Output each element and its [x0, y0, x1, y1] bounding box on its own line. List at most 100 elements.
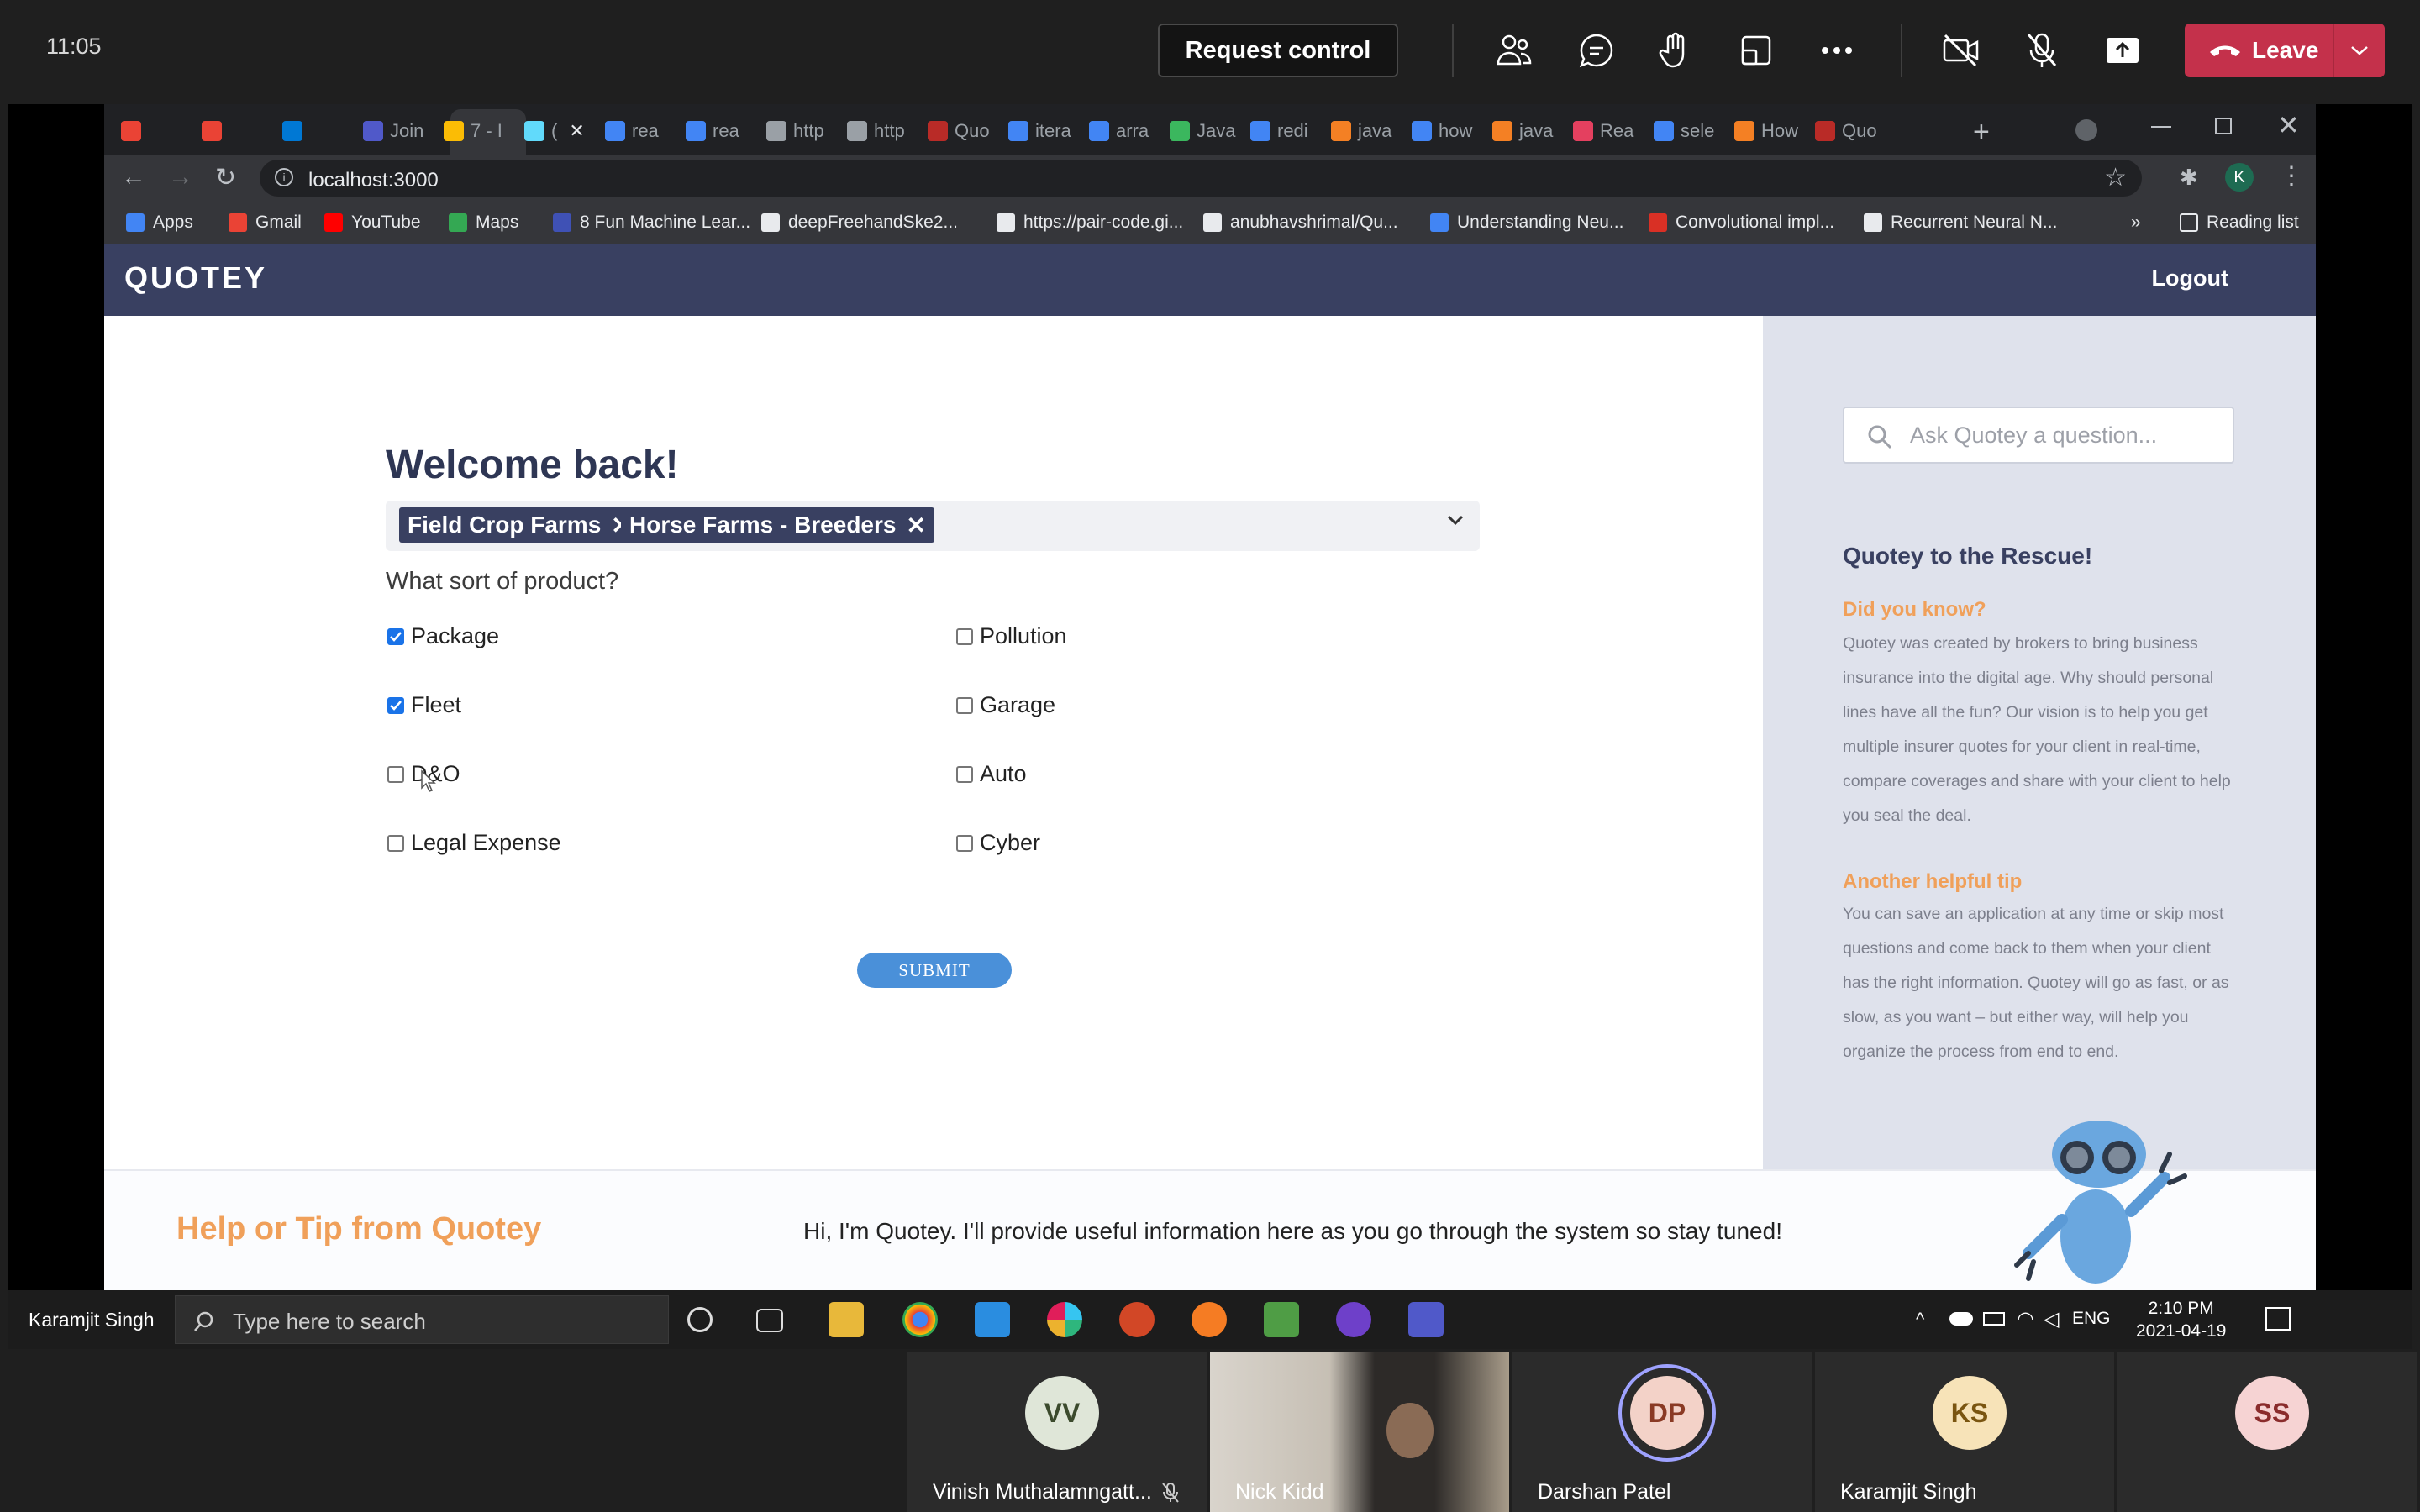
browser-tab[interactable]: redi	[1250, 113, 1308, 150]
vscode-icon[interactable]	[975, 1302, 1010, 1337]
browser-tab[interactable]: java	[1331, 113, 1392, 150]
product-option-garage[interactable]: Garage	[956, 692, 1055, 718]
reload-icon[interactable]: ↻	[215, 163, 236, 192]
slack-icon[interactable]	[1047, 1302, 1082, 1337]
brand-logo[interactable]: QUOTEY	[124, 260, 267, 296]
browser-tab[interactable]: Join	[363, 113, 424, 150]
browser-tab[interactable]: (✕	[524, 113, 585, 150]
product-option-fleet[interactable]: Fleet	[387, 692, 461, 718]
battery-icon[interactable]	[1983, 1312, 2005, 1326]
checkbox[interactable]	[956, 696, 973, 714]
omnibox[interactable]: i localhost:3000 ☆	[260, 160, 2142, 197]
checkbox[interactable]	[956, 627, 973, 645]
browser-tab[interactable]: itera	[1008, 113, 1071, 150]
bookmark-item[interactable]: Recurrent Neural N...	[1864, 213, 2057, 233]
participant-tile[interactable]: DP Darshan Patel	[1512, 1352, 1812, 1512]
file-explorer-icon[interactable]	[829, 1302, 864, 1337]
product-option-package[interactable]: Package	[387, 623, 499, 649]
postman-icon[interactable]	[1192, 1302, 1227, 1337]
browser-tab[interactable]: http	[766, 113, 824, 150]
close-window-icon[interactable]: ✕	[2277, 109, 2300, 141]
bookmark-item[interactable]: Understanding Neu...	[1430, 213, 1623, 233]
browser-tab[interactable]: rea	[605, 113, 659, 150]
onedrive-icon[interactable]	[1949, 1312, 1973, 1326]
task-view-icon[interactable]	[756, 1309, 783, 1332]
bookmark-item[interactable]: 8 Fun Machine Lear...	[553, 213, 750, 233]
raise-hand-icon[interactable]	[1655, 30, 1696, 71]
bookmark-item[interactable]: Gmail	[229, 213, 302, 233]
camera-off-icon[interactable]	[1941, 30, 1981, 71]
browser-tab[interactable]: Quo	[1815, 113, 1877, 150]
extensions-icon[interactable]: ✱	[2180, 165, 2203, 190]
leave-button[interactable]: Leave	[2185, 24, 2385, 77]
checkbox[interactable]	[956, 765, 973, 783]
product-option-cyber[interactable]: Cyber	[956, 830, 1040, 856]
checkbox[interactable]	[387, 627, 404, 645]
participant-tile[interactable]: SS	[2118, 1352, 2417, 1512]
close-tab-icon[interactable]: ✕	[569, 120, 584, 142]
browser-tab[interactable]: sele	[1654, 113, 1714, 150]
product-option-legal-expense[interactable]: Legal Expense	[387, 830, 561, 856]
chat-icon[interactable]	[1576, 30, 1617, 71]
browser-tab[interactable]: How	[1734, 113, 1798, 150]
bookmark-item[interactable]: anubhavshrimal/Qu...	[1203, 213, 1398, 233]
teams-icon[interactable]	[1408, 1302, 1444, 1337]
logout-link[interactable]: Logout	[2152, 265, 2228, 291]
checkbox[interactable]	[387, 696, 404, 714]
browser-tab[interactable]	[121, 113, 148, 150]
checkbox[interactable]	[387, 765, 404, 783]
cortana-icon[interactable]	[687, 1307, 713, 1332]
browser-tab[interactable]: java	[1492, 113, 1553, 150]
browser-tab[interactable]: Rea	[1573, 113, 1634, 150]
tray-clock[interactable]: 2:10 PM 2021-04-19	[2136, 1297, 2226, 1342]
restore-icon[interactable]	[2215, 118, 2232, 134]
browser-tab[interactable]: how	[1412, 113, 1472, 150]
tray-overflow-icon[interactable]: ^	[1916, 1309, 1924, 1331]
bookmark-item[interactable]: Maps	[449, 213, 518, 233]
windows-search-box[interactable]: Type here to search	[175, 1295, 669, 1344]
bookmark-star-icon[interactable]: ☆	[2104, 163, 2127, 192]
participant-tile[interactable]: KS Karamjit Singh	[1815, 1352, 2114, 1512]
notifications-icon[interactable]	[2265, 1307, 2291, 1331]
forward-icon[interactable]: →	[168, 163, 193, 192]
bookmark-item[interactable]: Apps	[126, 213, 193, 233]
browser-tab[interactable]	[202, 113, 229, 150]
wifi-icon[interactable]: ◠	[2017, 1307, 2034, 1331]
bookmark-item[interactable]: Convolutional impl...	[1649, 213, 1834, 233]
powerpoint-icon[interactable]	[1119, 1302, 1155, 1337]
mic-off-icon[interactable]	[2022, 30, 2062, 71]
browser-tab[interactable]: http	[847, 113, 905, 150]
bookmark-item[interactable]: https://pair-code.gi...	[997, 213, 1183, 233]
reading-list-button[interactable]: Reading list	[2180, 213, 2299, 233]
new-tab-button[interactable]: +	[1973, 116, 1990, 149]
checkbox[interactable]	[956, 834, 973, 852]
browser-tab[interactable]: arra	[1089, 113, 1149, 150]
participant-tile[interactable]: VV Vinish Muthalamngatt...	[908, 1352, 1207, 1512]
browser-tab[interactable]: rea	[686, 113, 739, 150]
product-option-pollution[interactable]: Pollution	[956, 623, 1067, 649]
minimize-icon[interactable]	[2151, 126, 2171, 128]
tab-search-icon[interactable]	[2075, 119, 2097, 141]
rooms-icon[interactable]	[1736, 30, 1776, 71]
back-icon[interactable]: ←	[121, 163, 146, 192]
ask-quotey-search[interactable]	[1843, 407, 2234, 464]
profile-avatar[interactable]: K	[2225, 163, 2254, 192]
checkbox[interactable]	[387, 834, 404, 852]
industry-multiselect[interactable]: Field Crop Farms ✕ Horse Farms - Breeder…	[386, 501, 1480, 551]
browser-tab[interactable]: Quo	[928, 113, 990, 150]
share-icon[interactable]	[2102, 30, 2143, 71]
remove-tag-icon[interactable]: ✕	[906, 512, 925, 539]
chevron-down-icon[interactable]	[1446, 514, 1465, 526]
ask-quotey-input[interactable]	[1910, 420, 2221, 450]
participant-tile-video[interactable]: Nick Kidd	[1210, 1352, 1509, 1512]
volume-icon[interactable]: ◁	[2044, 1307, 2059, 1331]
submit-button[interactable]: SUBMIT	[857, 953, 1012, 988]
site-info-icon[interactable]: i	[275, 168, 293, 186]
leave-options-caret[interactable]	[2333, 24, 2385, 77]
browser-tab[interactable]: Java	[1170, 113, 1235, 150]
more-icon[interactable]	[1817, 30, 1857, 71]
product-option-auto[interactable]: Auto	[956, 761, 1027, 787]
bookmark-item[interactable]: YouTube	[324, 213, 421, 233]
browser-tab[interactable]: 7 - I	[444, 113, 502, 150]
request-control-button[interactable]: Request control	[1158, 24, 1398, 77]
